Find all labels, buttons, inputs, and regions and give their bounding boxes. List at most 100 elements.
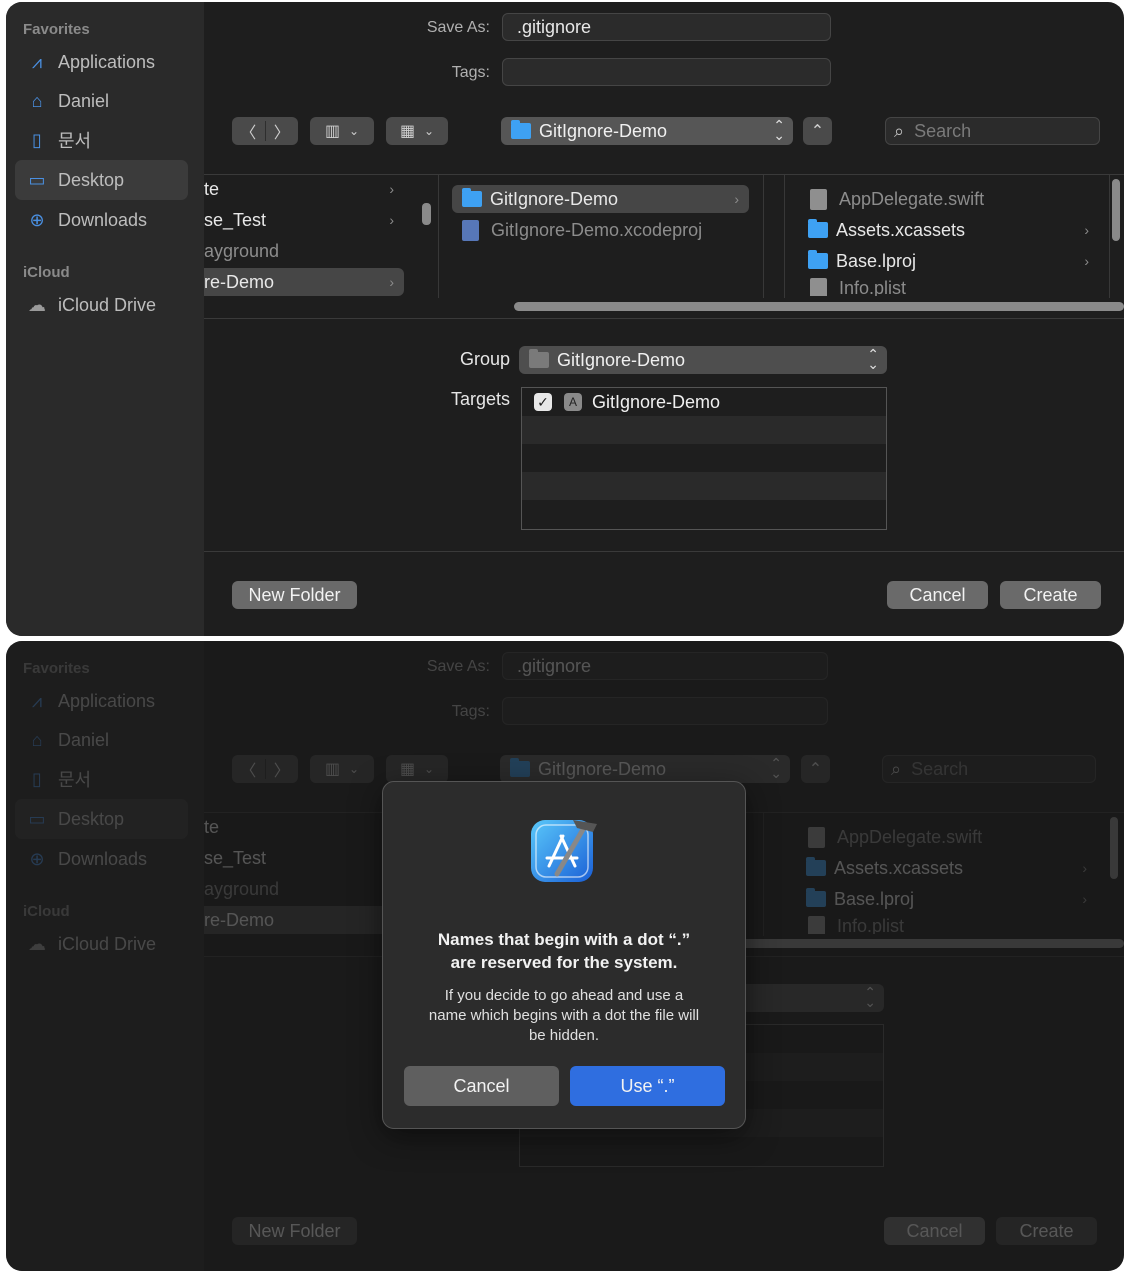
column-divider[interactable] (763, 175, 764, 298)
folder-icon (462, 188, 482, 207)
target-row-empty (522, 416, 886, 444)
use-dot-button[interactable]: Use “.” (570, 1066, 725, 1106)
location-popup[interactable]: GitIgnore-Demo ⌃ ⌄ (501, 117, 793, 145)
alert-message-line: If you decide to go ahead and use a (444, 987, 684, 1004)
browser-row[interactable]: GitIgnore-Demo.xcodeproj (452, 216, 749, 244)
xcodeproj-icon (462, 219, 479, 241)
row-label: Info.plist (839, 278, 907, 296)
checkbox-checked[interactable]: ✓ (534, 393, 552, 411)
sidebar-item-label: Downloads (58, 209, 148, 230)
row-label: Assets.xcassets (836, 219, 966, 240)
folder-icon (511, 120, 531, 139)
save-as-field[interactable]: .gitignore (502, 13, 831, 41)
column-scrollbar[interactable] (1112, 179, 1120, 241)
row-label: re-Demo (204, 271, 275, 292)
group-popup[interactable]: GitIgnore-Demo ⌃ ⌄ (519, 346, 887, 374)
browser-row[interactable]: se_Test › (204, 206, 404, 234)
swift-file-icon (810, 188, 827, 210)
browser-row[interactable]: te › (204, 175, 404, 203)
alert-title-line: are reserved for the system. (450, 953, 678, 972)
browser-row[interactable]: Assets.xcassets › (804, 216, 1099, 244)
column-divider[interactable] (438, 175, 439, 298)
row-label: te (204, 178, 220, 199)
forward-icon[interactable]: 〉 (266, 119, 299, 143)
column-scrollbar[interactable] (422, 203, 431, 225)
group-button[interactable]: ▦ ⌄ (386, 117, 448, 145)
grid-icon: ▦ (399, 123, 416, 140)
browser-row-selected[interactable]: GitIgnore-Demo › (452, 185, 749, 213)
home-icon: ⌂ (31, 90, 43, 111)
target-label: GitIgnore-Demo (592, 391, 721, 412)
chevron-right-icon: › (1084, 222, 1089, 238)
group-label: Group (459, 349, 510, 369)
plist-file-icon (810, 278, 827, 296)
group-value: GitIgnore-Demo (557, 349, 686, 370)
alert-title: Names that begin with a dot “.” are rese… (399, 928, 729, 974)
tags-field[interactable] (502, 58, 831, 86)
sidebar-item-documents[interactable]: ▯ 문서 (15, 120, 188, 160)
back-forward-buttons[interactable]: 〈〉 (232, 117, 298, 145)
target-row-empty (522, 500, 886, 528)
alert-cancel-button[interactable]: Cancel (404, 1066, 559, 1106)
horizontal-scrollbar[interactable] (514, 302, 1124, 311)
search-placeholder: Search (914, 120, 972, 141)
sidebar-item-applications[interactable]: ⩘ Applications (15, 42, 188, 82)
new-folder-button[interactable]: New Folder (232, 581, 357, 609)
view-mode-button[interactable]: ▥ ⌄ (310, 117, 374, 145)
column-divider[interactable] (784, 175, 785, 298)
sidebar-heading-favorites: Favorites (23, 21, 90, 38)
column-divider[interactable] (1109, 175, 1110, 298)
divider (204, 551, 1124, 552)
browser-row[interactable]: Base.lproj › (804, 247, 1099, 275)
expand-collapse-button[interactable]: ⌃ (803, 117, 832, 145)
target-row-empty (522, 444, 886, 472)
alert-message-line: be hidden. (528, 1027, 600, 1044)
cancel-button[interactable]: Cancel (887, 581, 988, 609)
browser-row[interactable]: ayground (204, 237, 404, 265)
app-target-icon: A (564, 393, 582, 411)
tags-label: Tags: (451, 64, 490, 81)
cloud-icon: ☁ (28, 294, 46, 315)
chevron-right-icon: › (1084, 253, 1089, 269)
browser-row[interactable]: Info.plist (804, 278, 1099, 296)
updown-arrows-icon: ⌃ ⌄ (867, 346, 879, 372)
sidebar-item-label: Applications (58, 51, 156, 72)
location-label: GitIgnore-Demo (539, 120, 668, 141)
chevron-down-icon: ⌄ (423, 124, 435, 138)
row-label: ayground (204, 240, 280, 261)
sidebar-item-downloads[interactable]: ⊕ Downloads (15, 200, 188, 240)
chevron-right-icon: › (389, 274, 394, 290)
sidebar-item-label: Desktop (58, 169, 125, 190)
applications-icon: ⩘ (31, 51, 43, 72)
alert-message-line: name which begins with a dot the file wi… (428, 1007, 700, 1024)
chevron-up-icon: ⌃ (810, 123, 825, 140)
sidebar-item-icloud-drive[interactable]: ☁ iCloud Drive (15, 285, 188, 325)
back-icon[interactable]: 〈 (232, 119, 265, 143)
folder-icon (808, 250, 828, 269)
row-label: se_Test (204, 209, 267, 230)
targets-list: ✓ A GitIgnore-Demo (521, 387, 887, 530)
save-dialog-with-alert: Favorites ⩘ Applications ⌂ Daniel ▯ 문서 ▭ Des… (6, 641, 1124, 1271)
browser-row-selected[interactable]: re-Demo › (204, 268, 404, 296)
save-as-label: Save As: (426, 19, 490, 36)
chevron-right-icon: › (734, 191, 739, 207)
target-row[interactable]: ✓ A GitIgnore-Demo (522, 388, 886, 416)
alert-sheet: Names that begin with a dot “.” are rese… (382, 781, 746, 1129)
sidebar-item-label: 문서 (58, 131, 92, 151)
create-button[interactable]: Create (1000, 581, 1101, 609)
row-label: GitIgnore-Demo.xcodeproj (491, 219, 703, 240)
chevron-down-icon: ⌄ (348, 124, 360, 138)
sidebar-item-daniel[interactable]: ⌂ Daniel (15, 81, 188, 121)
save-dialog: Favorites ⩘ Applications ⌂ Daniel ▯ 문서 ▭ Des… (6, 2, 1124, 636)
row-label: AppDelegate.swift (839, 188, 985, 209)
row-label: Base.lproj (836, 250, 917, 271)
search-icon: ⌕ (894, 120, 905, 141)
alert-title-line: Names that begin with a dot “.” (437, 930, 691, 949)
alert-message: If you decide to go ahead and use a name… (409, 986, 719, 1046)
sidebar-item-desktop[interactable]: ▭ Desktop (15, 160, 188, 200)
sidebar-heading-icloud: iCloud (23, 264, 70, 281)
target-row-empty (522, 472, 886, 500)
browser-row[interactable]: AppDelegate.swift (804, 185, 1099, 213)
chevron-right-icon: › (389, 181, 394, 197)
search-field[interactable]: ⌕ Search (885, 117, 1100, 145)
